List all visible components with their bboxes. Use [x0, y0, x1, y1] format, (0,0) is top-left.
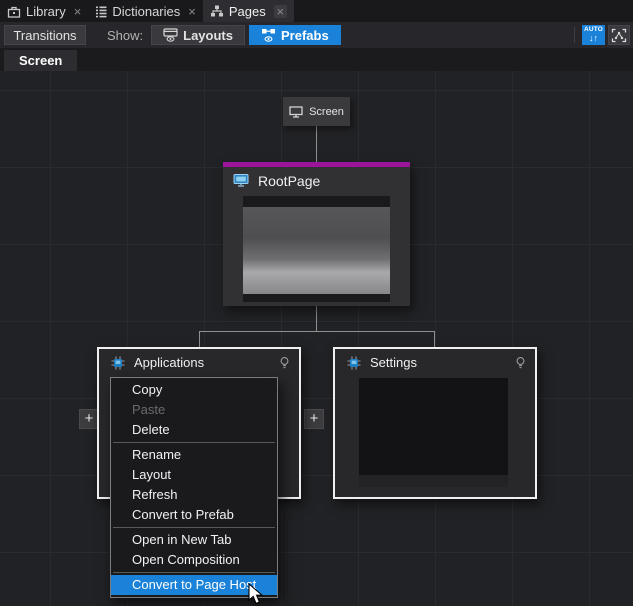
connector-branch-applications: [199, 331, 200, 347]
connector-branch-horizontal: [199, 331, 435, 332]
menu-item-layout[interactable]: Layout: [111, 465, 277, 485]
prefab-chip-icon: [347, 356, 361, 370]
tab-label: Library: [26, 4, 66, 19]
menu-separator: [113, 572, 275, 573]
lightbulb-icon[interactable]: [515, 356, 526, 370]
add-page-button-left[interactable]: +: [79, 409, 99, 429]
toolbar: Transitions Show: Layouts Prefabs: [0, 22, 633, 48]
plus-icon: +: [310, 410, 319, 427]
pages-icon: [210, 5, 224, 17]
breadcrumb-screen-tab[interactable]: Screen: [4, 50, 77, 71]
rootpage-preview: [243, 196, 390, 302]
menu-item-delete[interactable]: Delete: [111, 420, 277, 440]
menu-item-refresh[interactable]: Refresh: [111, 485, 277, 505]
fit-to-view-button[interactable]: [608, 25, 630, 45]
context-menu: Copy Paste Delete Rename Layout Refresh …: [110, 377, 278, 598]
node-label: Settings: [370, 355, 506, 370]
node-label: RootPage: [258, 173, 320, 189]
prefabs-toggle-button[interactable]: Prefabs: [249, 25, 341, 45]
auto-arrows: ↓↑: [589, 34, 598, 43]
connector-branch-settings: [434, 331, 435, 347]
add-page-button-middle[interactable]: +: [304, 409, 324, 429]
plus-icon: +: [85, 410, 94, 427]
node-settings[interactable]: Settings: [333, 347, 537, 499]
node-screen[interactable]: Screen: [283, 97, 350, 126]
lightbulb-icon[interactable]: [279, 356, 290, 370]
tab-dictionaries[interactable]: Dictionaries ×: [88, 0, 203, 22]
page-monitor-icon: [233, 174, 249, 187]
transitions-label: Transitions: [13, 28, 76, 43]
menu-item-paste: Paste: [111, 400, 277, 420]
close-icon[interactable]: ×: [74, 5, 82, 18]
dictionaries-icon: [95, 5, 107, 18]
preview-bottom-strip: [359, 475, 508, 487]
prefabs-icon: [261, 28, 276, 42]
rootpage-preview-gradient: [243, 207, 390, 294]
menu-separator: [113, 527, 275, 528]
node-rootpage[interactable]: RootPage: [223, 162, 410, 306]
pages-editor-window: Library × Dictionaries × Pages ×: [0, 0, 633, 606]
layouts-label: Layouts: [183, 28, 233, 43]
menu-item-convert-to-prefab[interactable]: Convert to Prefab: [111, 505, 277, 525]
node-header: Applications: [99, 349, 299, 376]
close-icon[interactable]: ×: [274, 5, 287, 18]
menu-item-open-composition[interactable]: Open Composition: [111, 550, 277, 570]
show-label: Show:: [107, 28, 143, 43]
breadcrumb-label: Screen: [19, 53, 62, 68]
library-icon: [7, 5, 21, 18]
node-header: RootPage: [223, 167, 410, 194]
layouts-icon: [163, 28, 178, 42]
toolbar-separator: [574, 27, 575, 43]
menu-item-copy[interactable]: Copy: [111, 380, 277, 400]
menu-item-open-in-new-tab[interactable]: Open in New Tab: [111, 530, 277, 550]
tab-label: Pages: [229, 4, 266, 19]
node-label: Applications: [134, 355, 270, 370]
prefabs-label: Prefabs: [281, 28, 329, 43]
fit-view-icon: [611, 28, 627, 43]
tab-library[interactable]: Library ×: [0, 0, 88, 22]
node-canvas[interactable]: Screen RootPage + +: [0, 71, 633, 606]
menu-item-rename[interactable]: Rename: [111, 445, 277, 465]
cursor-arrow-icon: [248, 583, 264, 605]
close-icon[interactable]: ×: [188, 5, 196, 18]
auto-arrange-button[interactable]: AUTO ↓↑: [582, 25, 605, 45]
tab-label: Dictionaries: [112, 4, 180, 19]
tab-bar: Library × Dictionaries × Pages ×: [0, 0, 633, 22]
transitions-button[interactable]: Transitions: [4, 25, 86, 45]
toolbar-right-group: AUTO ↓↑: [574, 25, 633, 45]
connector-screen-rootpage: [316, 126, 317, 162]
layouts-toggle-button[interactable]: Layouts: [151, 25, 245, 45]
connector-rootpage-down: [316, 306, 317, 332]
node-header: Settings: [335, 349, 535, 376]
prefab-chip-icon: [111, 356, 125, 370]
breadcrumb-bar: Screen: [0, 48, 633, 71]
node-label: Screen: [309, 106, 344, 118]
menu-separator: [113, 442, 275, 443]
mouse-cursor: [248, 583, 264, 606]
tab-pages[interactable]: Pages ×: [203, 0, 294, 22]
monitor-icon: [289, 106, 303, 118]
settings-preview: [359, 378, 508, 487]
